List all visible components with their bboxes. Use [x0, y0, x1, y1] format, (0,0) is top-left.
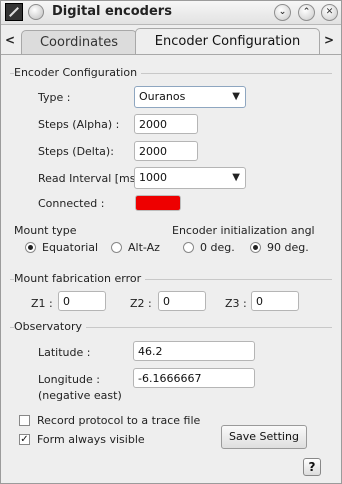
steps-delta-input[interactable]: 2000 [134, 141, 198, 161]
maximize-button[interactable]: ⌃ [298, 4, 315, 21]
mount-type-title: Mount type [14, 224, 77, 237]
close-button[interactable]: ✕ [321, 4, 338, 21]
help-button[interactable]: ? [303, 458, 321, 476]
read-interval-label: Read Interval [ms [38, 172, 136, 185]
longitude-label: Longitude : [38, 373, 100, 386]
alt-az-label[interactable]: Alt-Az [128, 241, 160, 254]
tab-scroll-right-icon[interactable]: > [322, 30, 336, 50]
steps-delta-label: Steps (Delta): [38, 145, 114, 158]
read-interval-select[interactable]: 1000 ▼ [134, 167, 246, 189]
encoder-config-group-title: Encoder Configuration [14, 66, 142, 79]
type-select[interactable]: Ouranos ▼ [134, 86, 246, 108]
z1-input[interactable]: 0 [58, 291, 106, 311]
connected-status-indicator [135, 195, 181, 211]
read-interval-value: 1000 [139, 171, 167, 184]
window-title: Digital encoders [52, 4, 172, 19]
tab-encoder-configuration[interactable]: Encoder Configuration [135, 28, 320, 55]
tab-panel-border [0, 54, 342, 55]
steps-alpha-input[interactable]: 2000 [134, 114, 198, 134]
connected-label: Connected : [38, 197, 105, 210]
z3-label: Z3 : [225, 297, 247, 310]
chevron-down-icon: ▼ [232, 172, 240, 183]
app-icon[interactable] [5, 3, 23, 21]
latitude-input[interactable]: 46.2 [133, 341, 255, 361]
alt-az-radio[interactable] [111, 242, 122, 253]
encoder-init-title: Encoder initialization angl [172, 224, 315, 237]
always-visible-label[interactable]: Form always visible [37, 433, 145, 446]
tab-coordinates[interactable]: Coordinates [21, 30, 137, 55]
mount-error-group-title: Mount fabrication error [14, 272, 146, 285]
latitude-label: Latitude : [38, 346, 91, 359]
steps-alpha-label: Steps (Alpha) : [38, 118, 120, 131]
z3-input[interactable]: 0 [251, 291, 299, 311]
minimize-button[interactable]: ⌄ [274, 4, 291, 21]
longitude-input[interactable]: -6.1666667 [133, 368, 255, 388]
ninety-deg-label[interactable]: 90 deg. [267, 241, 309, 254]
z1-label: Z1 : [31, 297, 53, 310]
chevron-down-icon: ▼ [232, 91, 240, 102]
record-protocol-checkbox[interactable] [19, 415, 30, 426]
zero-deg-radio[interactable] [183, 242, 194, 253]
zero-deg-label[interactable]: 0 deg. [200, 241, 235, 254]
record-protocol-label[interactable]: Record protocol to a trace file [37, 414, 200, 427]
save-setting-button[interactable]: Save Setting [221, 425, 307, 449]
longitude-hint: (negative east) [38, 389, 122, 402]
equatorial-radio[interactable] [25, 242, 36, 253]
type-select-value: Ouranos [139, 90, 186, 103]
always-visible-checkbox[interactable]: ✓ [19, 434, 30, 445]
tab-scroll-left-icon[interactable]: < [3, 30, 17, 50]
ninety-deg-radio[interactable] [250, 242, 261, 253]
pin-icon[interactable] [28, 4, 44, 20]
observatory-group-title: Observatory [14, 320, 86, 333]
z2-input[interactable]: 0 [158, 291, 206, 311]
type-label: Type : [38, 91, 71, 104]
z2-label: Z2 : [130, 297, 152, 310]
equatorial-label[interactable]: Equatorial [42, 241, 98, 254]
